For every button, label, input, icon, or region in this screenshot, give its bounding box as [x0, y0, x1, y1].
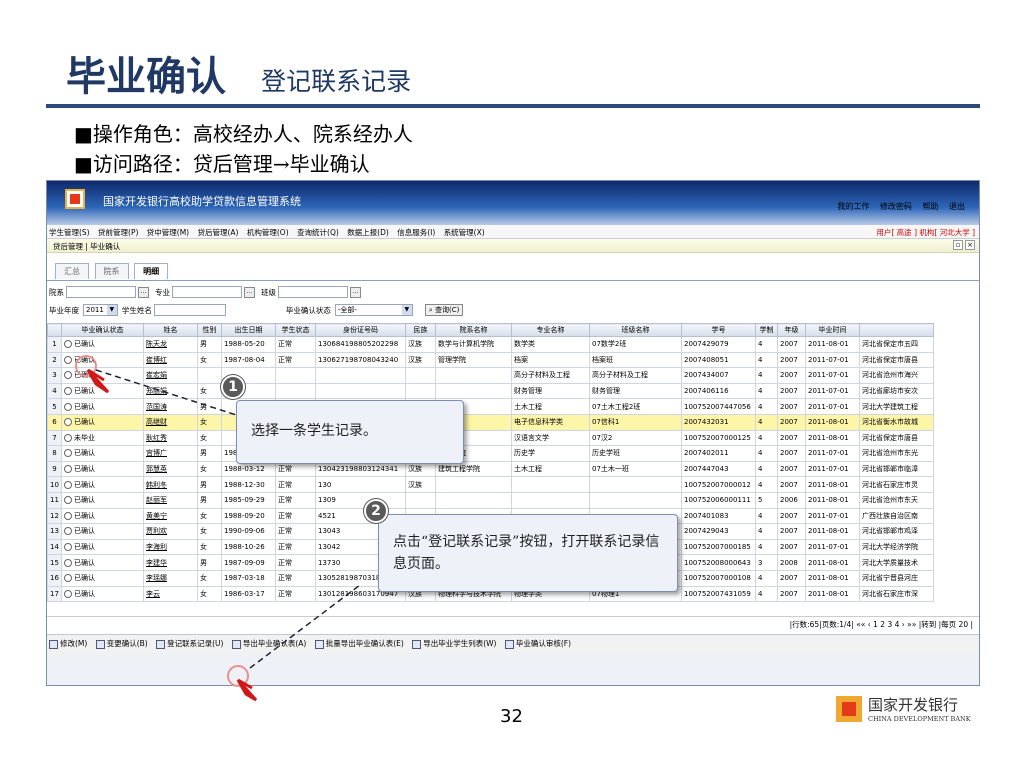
callout-1: 选择一条学生记录。 — [236, 400, 464, 464]
callout-2-text: 点击“登记联系记录”按钮，打开联系记录信息页面。 — [393, 534, 660, 572]
annotation-arrows — [75, 355, 361, 702]
dashed-connector-2 — [249, 584, 361, 669]
red-arrow-row-icon — [86, 368, 110, 394]
callout-1-badge: 1 — [221, 375, 245, 399]
bank-logo-icon — [836, 696, 862, 722]
slide: 毕业确认 登记联系记录 ■操作角色：高校经办人、院系经办人 ■访问路径：贷后管理… — [0, 0, 1024, 768]
bank-name-en: CHINA DEVELOPMENT BANK — [868, 715, 971, 723]
callout-2: 点击“登记联系记录”按钮，打开联系记录信息页面。 — [378, 514, 678, 592]
red-arrow-button-icon — [236, 678, 258, 702]
bank-name-cn: 国家开发银行 — [868, 696, 959, 714]
page-number: 32 — [500, 706, 523, 727]
callout-1-text: 选择一条学生记录。 — [251, 423, 377, 439]
callout-2-badge: 2 — [364, 499, 388, 523]
